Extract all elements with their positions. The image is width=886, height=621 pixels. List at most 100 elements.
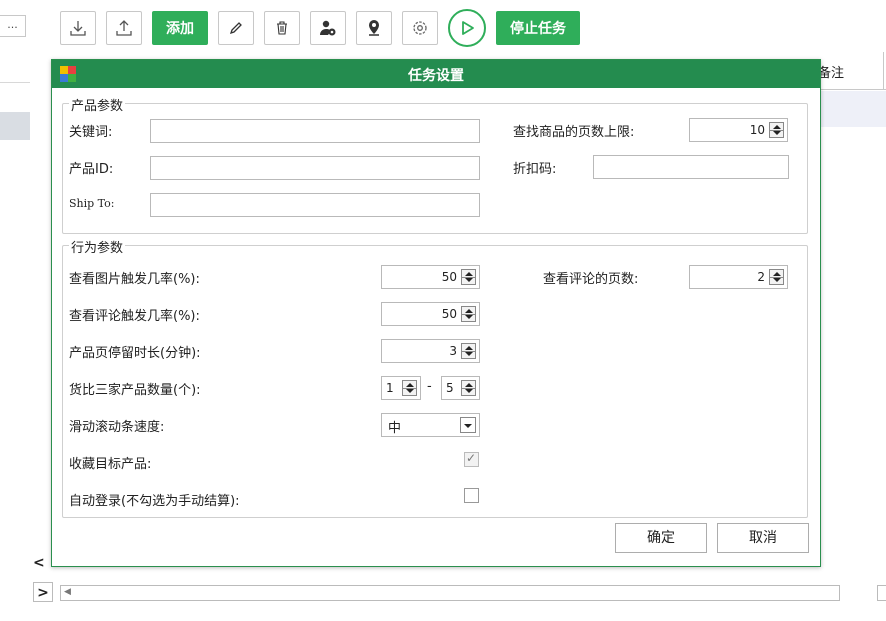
spinner-buttons[interactable]: [769, 269, 784, 285]
spin-up-icon[interactable]: [465, 346, 473, 350]
spin-up-icon[interactable]: [465, 383, 473, 387]
user-settings-button[interactable]: [310, 11, 346, 45]
location-button[interactable]: [356, 11, 392, 45]
ship-to-label: Ship To:: [69, 197, 115, 210]
play-icon: [462, 21, 474, 35]
view-image-rate-spinner[interactable]: 50: [381, 265, 480, 289]
upload-button[interactable]: [106, 11, 142, 45]
view-image-rate-value: 50: [441, 270, 457, 284]
spin-up-icon[interactable]: [773, 272, 781, 276]
product-id-label: 产品ID:: [69, 162, 114, 177]
spin-down-icon[interactable]: [773, 278, 781, 282]
settings-button[interactable]: [402, 11, 438, 45]
upload-icon: [116, 20, 132, 36]
scroll-speed-label: 滑动滚动条速度:: [69, 420, 165, 435]
compare-min-value: 1: [386, 381, 394, 395]
grid-header: 备注: [812, 52, 886, 90]
dialog-title: 任务设置: [408, 68, 464, 84]
stop-task-button[interactable]: 停止任务: [496, 11, 580, 45]
spin-down-icon[interactable]: [465, 315, 473, 319]
auto-login-checkbox[interactable]: [464, 488, 479, 503]
product-params-title: 产品参数: [69, 95, 126, 114]
delete-button[interactable]: [264, 11, 300, 45]
discount-code-label: 折扣码:: [513, 162, 557, 177]
compare-count-label: 货比三家产品数量(个):: [69, 383, 201, 398]
view-review-rate-label: 查看评论触发几率(%):: [69, 309, 200, 324]
spinner-buttons[interactable]: [769, 122, 784, 138]
scrollbar-stub[interactable]: [877, 585, 886, 601]
more-button[interactable]: ...: [0, 15, 26, 37]
behavior-params-group: 行为参数 查看图片触发几率(%): 50 查看评论的页数: 2 查看评论触发几率…: [62, 237, 808, 518]
scroll-speed-value: 中: [388, 421, 402, 436]
ok-button[interactable]: 确定: [615, 523, 707, 553]
compare-min-spinner[interactable]: 1: [381, 376, 421, 400]
dialog-title-bar[interactable]: 任务设置: [52, 60, 820, 88]
view-review-rate-spinner[interactable]: 50: [381, 302, 480, 326]
favorite-checkbox[interactable]: ✓: [464, 451, 479, 467]
left-divider: [0, 82, 30, 83]
column-divider[interactable]: [883, 52, 884, 90]
spin-down-icon[interactable]: [773, 131, 781, 135]
spin-down-icon[interactable]: [465, 352, 473, 356]
max-pages-value: 10: [749, 123, 765, 137]
download-icon: [70, 21, 86, 36]
max-pages-label: 查找商品的页数上限:: [513, 125, 635, 140]
grid-selected-row[interactable]: [812, 91, 886, 127]
compare-max-value: 5: [446, 381, 454, 395]
spinner-buttons[interactable]: [402, 380, 417, 396]
spin-down-icon[interactable]: [406, 389, 414, 393]
scroll-left-icon[interactable]: ◀: [64, 587, 71, 597]
auto-login-label: 自动登录(不勾选为手动结算):: [69, 494, 240, 509]
review-pages-value: 2: [757, 270, 765, 284]
collapse-left-button[interactable]: <: [33, 554, 49, 572]
task-settings-dialog: 任务设置 产品参数 关键词: 产品ID: Ship To: 查找商品的页数上限:…: [51, 59, 821, 567]
range-dash: -: [427, 379, 432, 394]
ship-to-input[interactable]: [150, 193, 480, 217]
add-button[interactable]: 添加: [152, 11, 208, 45]
download-button[interactable]: [60, 11, 96, 45]
spin-up-icon[interactable]: [406, 383, 414, 387]
gear-icon: [413, 21, 427, 35]
max-pages-spinner[interactable]: 10: [689, 118, 788, 142]
spin-up-icon[interactable]: [465, 309, 473, 313]
left-selected-row[interactable]: [0, 112, 30, 140]
behavior-params-title: 行为参数: [69, 237, 126, 256]
spin-down-icon[interactable]: [465, 389, 473, 393]
start-button[interactable]: [448, 9, 486, 47]
view-image-rate-label: 查看图片触发几率(%):: [69, 272, 200, 287]
cancel-button[interactable]: 取消: [717, 523, 809, 553]
review-pages-spinner[interactable]: 2: [689, 265, 788, 289]
spinner-buttons[interactable]: [461, 380, 476, 396]
scroll-speed-select[interactable]: 中: [381, 413, 480, 437]
stay-time-spinner[interactable]: 3: [381, 339, 480, 363]
checkmark-icon: ✓: [466, 451, 477, 465]
column-header-notes[interactable]: 备注: [818, 62, 844, 81]
chevron-down-icon: [464, 424, 472, 428]
spin-up-icon[interactable]: [773, 125, 781, 129]
spin-down-icon[interactable]: [465, 278, 473, 282]
spin-up-icon[interactable]: [465, 272, 473, 276]
compare-max-spinner[interactable]: 5: [441, 376, 480, 400]
expand-right-button[interactable]: >: [33, 582, 53, 602]
location-pin-icon: [369, 20, 379, 36]
product-id-input[interactable]: [150, 156, 480, 180]
product-params-group: 产品参数 关键词: 产品ID: Ship To: 查找商品的页数上限: 10 折…: [62, 95, 808, 234]
review-pages-label: 查看评论的页数:: [543, 272, 639, 287]
dropdown-button[interactable]: [460, 417, 476, 433]
spinner-buttons[interactable]: [461, 269, 476, 285]
pencil-icon: [229, 22, 242, 35]
keyword-label: 关键词:: [69, 125, 113, 140]
spinner-buttons[interactable]: [461, 343, 476, 359]
spinner-buttons[interactable]: [461, 306, 476, 322]
left-panel: [0, 0, 30, 621]
keyword-input[interactable]: [150, 119, 480, 143]
toolbar: 添加 停止任务: [60, 9, 590, 47]
discount-code-input[interactable]: [593, 155, 789, 179]
user-gear-icon: [320, 20, 336, 36]
stay-time-value: 3: [449, 344, 457, 358]
view-review-rate-value: 50: [441, 307, 457, 321]
favorite-label: 收藏目标产品:: [69, 457, 152, 472]
horizontal-scrollbar[interactable]: ◀: [60, 585, 840, 601]
stay-time-label: 产品页停留时长(分钟):: [69, 346, 201, 361]
edit-button[interactable]: [218, 11, 254, 45]
